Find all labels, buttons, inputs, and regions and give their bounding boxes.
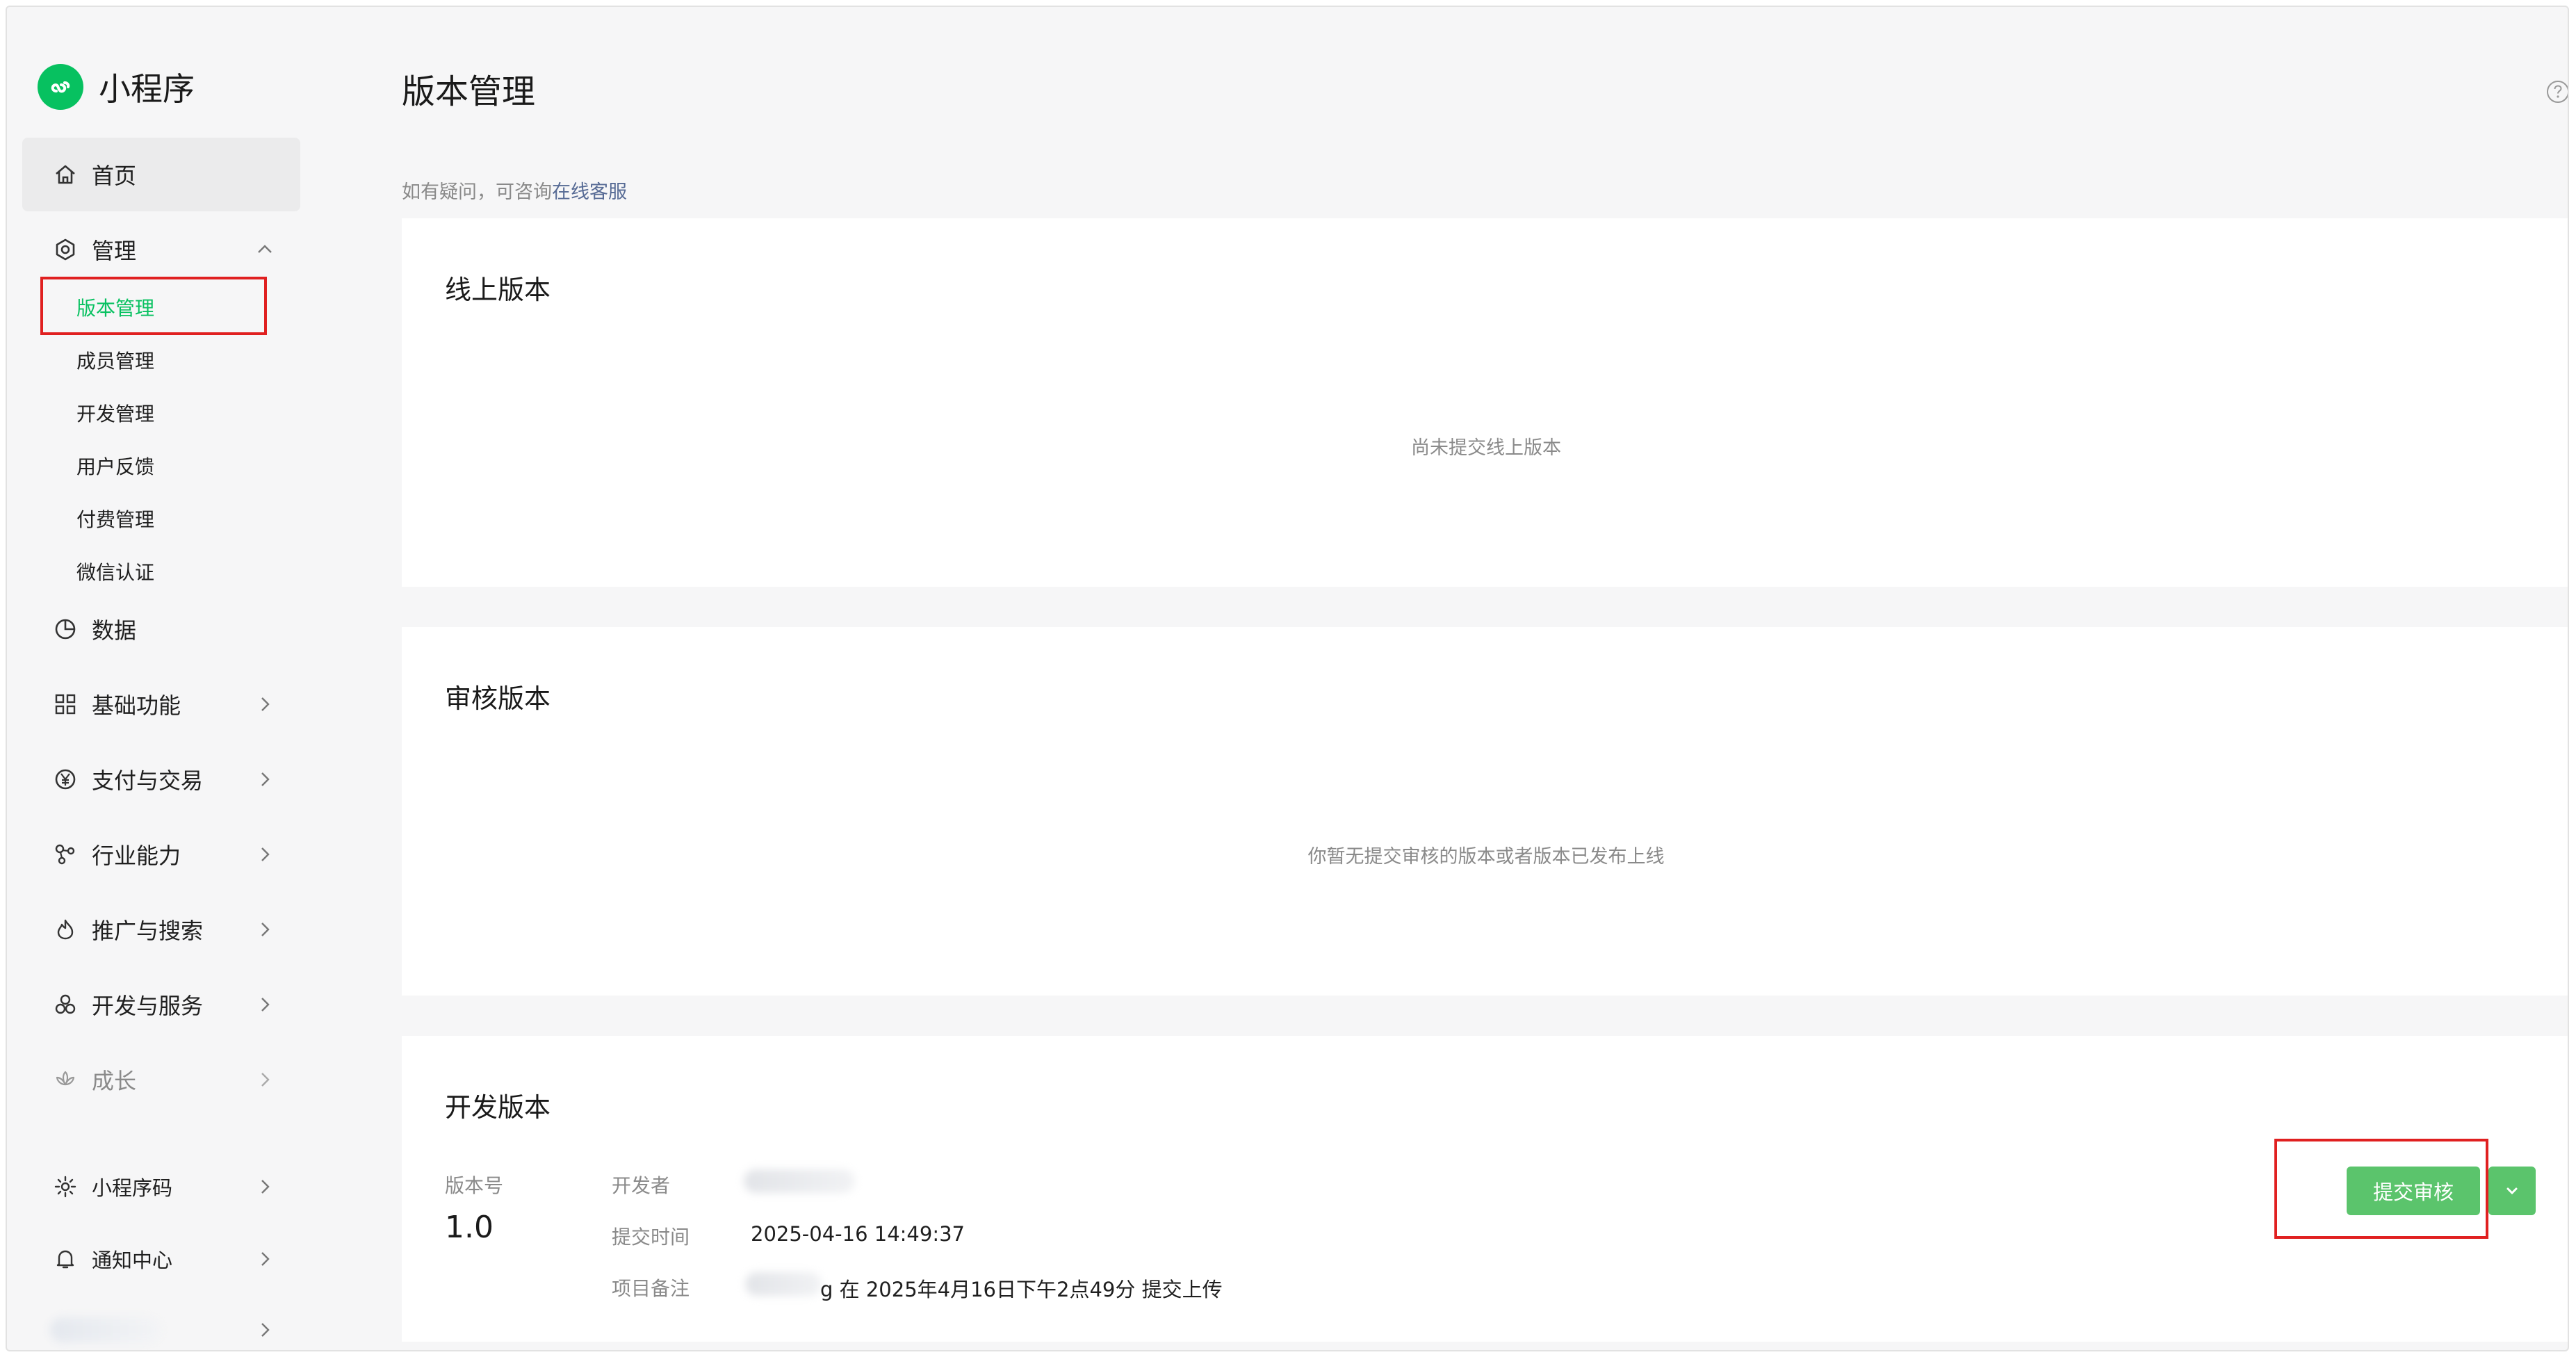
yen-icon bbox=[51, 765, 79, 793]
nav-industry-capability[interactable]: 行业能力 bbox=[22, 818, 300, 891]
flame-icon bbox=[51, 916, 79, 943]
lotus-icon bbox=[51, 1066, 79, 1094]
brand[interactable]: 小程序 bbox=[38, 64, 195, 110]
sidebar-item-user-feedback[interactable]: 用户反馈 bbox=[76, 445, 154, 487]
online-service-link[interactable]: 在线客服 bbox=[552, 181, 627, 203]
sidebar-item-dev-manage[interactable]: 开发管理 bbox=[76, 392, 154, 434]
chevron-right-icon bbox=[261, 1180, 270, 1194]
nav-basic-functions[interactable]: 基础功能 bbox=[22, 667, 300, 741]
nav-notification-center[interactable]: 通知中心 bbox=[22, 1222, 300, 1296]
nav-home[interactable]: 首页 bbox=[22, 138, 300, 211]
sidebar: 小程序 首页 管理 版本管理 成员管理 开发管理 用户反馈 付费管理 微信认证 … bbox=[7, 7, 334, 1350]
hexagon-settings-icon bbox=[51, 236, 79, 263]
version-number-label: 版本号 bbox=[445, 1174, 504, 1197]
highlight-box-version-manage bbox=[40, 277, 267, 335]
molecule-icon bbox=[51, 840, 79, 868]
version-number-value: 1.0 bbox=[445, 1210, 494, 1245]
nav-manage[interactable]: 管理 bbox=[22, 213, 300, 286]
review-version-title: 审核版本 bbox=[445, 683, 551, 714]
nav-promotion-search[interactable]: 推广与搜索 bbox=[22, 893, 300, 966]
highlight-box-submit-review bbox=[2274, 1139, 2488, 1239]
sidebar-item-member-manage[interactable]: 成员管理 bbox=[76, 339, 154, 381]
home-icon bbox=[51, 161, 79, 188]
nav-growth-label: 成长 bbox=[92, 1068, 137, 1094]
sidebar-item-payment-manage[interactable]: 付费管理 bbox=[76, 498, 154, 539]
pie-chart-icon bbox=[51, 615, 79, 643]
cluster-icon bbox=[51, 991, 79, 1018]
nav-dev-services-label: 开发与服务 bbox=[92, 993, 204, 1019]
nav-promotion-search-label: 推广与搜索 bbox=[92, 918, 204, 944]
chevron-up-icon bbox=[258, 245, 272, 253]
submit-time-value: 2025-04-16 14:49:37 bbox=[751, 1222, 965, 1246]
chevron-right-icon bbox=[261, 847, 270, 861]
review-version-card: 审核版本 你暂无提交审核的版本或者版本已发布上线 bbox=[402, 627, 2568, 996]
chevron-right-icon bbox=[261, 998, 270, 1011]
grid-icon bbox=[51, 690, 79, 718]
nav-growth[interactable]: 成长 bbox=[22, 1043, 300, 1116]
nav-data[interactable]: 数据 bbox=[22, 592, 300, 666]
online-version-title: 线上版本 bbox=[445, 275, 551, 305]
online-version-card: 线上版本 尚未提交线上版本 bbox=[402, 218, 2568, 587]
app-window: 小程序 首页 管理 版本管理 成员管理 开发管理 用户反馈 付费管理 微信认证 … bbox=[6, 6, 2569, 1351]
project-note-label: 项目备注 bbox=[612, 1277, 690, 1300]
submit-options-dropdown-button[interactable] bbox=[2488, 1167, 2536, 1215]
nav-industry-capability-label: 行业能力 bbox=[92, 843, 181, 869]
chevron-right-icon bbox=[261, 1323, 270, 1337]
sun-code-icon bbox=[51, 1173, 79, 1201]
chevron-right-icon bbox=[261, 923, 270, 936]
nav-basic-functions-label: 基础功能 bbox=[92, 692, 181, 719]
nav-home-label: 首页 bbox=[92, 163, 137, 189]
help-hint-text: 如有疑问，可咨询 bbox=[402, 181, 552, 203]
nav-notification-center-label: 通知中心 bbox=[92, 1249, 173, 1272]
nav-payment-trade[interactable]: 支付与交易 bbox=[22, 742, 300, 816]
miniprogram-logo-icon bbox=[38, 64, 83, 110]
app-name: 小程序 bbox=[99, 70, 195, 108]
help-icon[interactable] bbox=[2545, 79, 2569, 104]
submit-time-label: 提交时间 bbox=[612, 1226, 690, 1249]
project-note-name-blurred bbox=[745, 1272, 822, 1296]
nav-miniprogram-code[interactable]: 小程序码 bbox=[22, 1150, 300, 1224]
project-note-value: g 在 2025年4月16日下午2点49分 提交上传 bbox=[820, 1278, 1223, 1301]
account-avatar-blurred bbox=[50, 1317, 161, 1342]
online-version-empty-text: 尚未提交线上版本 bbox=[1411, 437, 1561, 459]
nav-dev-services[interactable]: 开发与服务 bbox=[22, 968, 300, 1041]
page-title: 版本管理 bbox=[402, 72, 536, 111]
chevron-right-icon bbox=[261, 697, 270, 711]
nav-account[interactable] bbox=[22, 1293, 300, 1350]
nav-data-label: 数据 bbox=[92, 617, 137, 644]
review-version-empty-text: 你暂无提交审核的版本或者版本已发布上线 bbox=[1307, 846, 1665, 868]
chevron-right-icon bbox=[261, 1073, 270, 1087]
help-hint: 如有疑问，可咨询在线客服 bbox=[402, 177, 627, 204]
developer-label: 开发者 bbox=[612, 1174, 671, 1197]
dev-version-card: 开发版本 bbox=[402, 1036, 2568, 1342]
sidebar-item-wechat-certification[interactable]: 微信认证 bbox=[76, 551, 154, 592]
bell-icon bbox=[51, 1245, 79, 1273]
nav-payment-trade-label: 支付与交易 bbox=[92, 767, 204, 794]
dev-version-title: 开发版本 bbox=[445, 1092, 551, 1123]
chevron-right-icon bbox=[261, 772, 270, 786]
nav-miniprogram-code-label: 小程序码 bbox=[92, 1176, 173, 1200]
chevron-down-icon bbox=[2506, 1187, 2518, 1195]
developer-name-blurred bbox=[744, 1169, 855, 1193]
nav-manage-label: 管理 bbox=[92, 238, 137, 264]
chevron-right-icon bbox=[261, 1252, 270, 1266]
